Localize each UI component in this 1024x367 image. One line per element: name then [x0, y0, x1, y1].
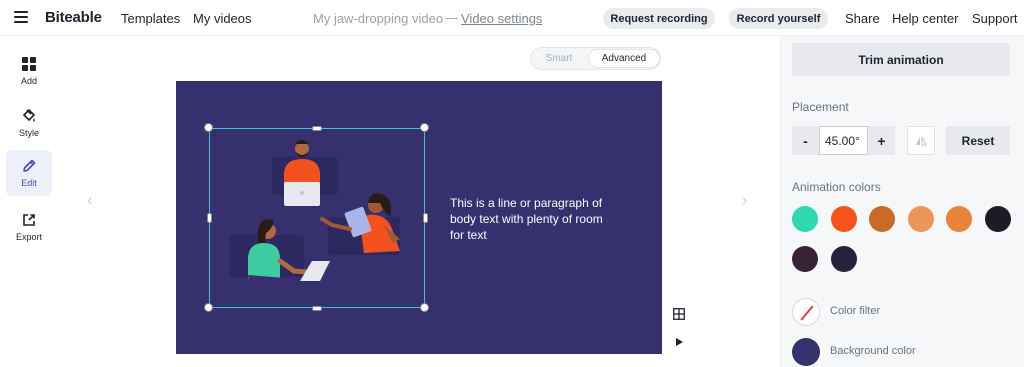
title-separator: —	[445, 10, 458, 25]
share-link[interactable]: Share	[845, 11, 880, 26]
resize-handle-bottom-left[interactable]	[204, 303, 213, 312]
help-center-link[interactable]: Help center	[892, 11, 958, 26]
color-swatch[interactable]	[792, 206, 818, 232]
resize-handle-top[interactable]	[312, 126, 322, 131]
video-settings-link[interactable]: Video settings	[461, 11, 542, 26]
resize-handle-bottom[interactable]	[312, 306, 322, 311]
color-swatch[interactable]	[869, 206, 895, 232]
resize-handle-bottom-right[interactable]	[420, 303, 429, 312]
sidebar-item-label: Export	[15, 232, 42, 242]
placement-increment-button[interactable]: +	[868, 126, 895, 155]
background-color-label[interactable]: Background color	[830, 345, 916, 357]
next-scene-arrow[interactable]: ›	[742, 192, 747, 210]
play-icon[interactable]	[676, 338, 683, 346]
sidebar-item-add[interactable]: Add	[6, 48, 52, 94]
sidebar-item-style[interactable]: Style	[6, 100, 52, 146]
record-yourself-button[interactable]: Record yourself	[729, 8, 828, 29]
flip-button[interactable]	[907, 126, 935, 155]
mode-toggle: Smart Advanced	[530, 47, 661, 70]
previous-scene-arrow[interactable]: ‹	[87, 192, 92, 210]
paint-bucket-icon	[22, 108, 36, 122]
export-icon	[23, 214, 35, 226]
sidebar-item-export[interactable]: Export	[6, 204, 52, 250]
grid-toggle-icon[interactable]	[673, 308, 685, 320]
top-bar: Biteable Templates My videos My jaw-drop…	[0, 0, 1024, 36]
resize-handle-right[interactable]	[423, 213, 428, 223]
body-text-block[interactable]: This is a line or paragraph of body text…	[450, 195, 620, 243]
color-swatch[interactable]	[792, 246, 818, 272]
grid-icon	[22, 57, 36, 71]
resize-handle-left[interactable]	[207, 213, 212, 223]
placement-label: Placement	[792, 100, 849, 114]
toggle-advanced[interactable]: Advanced	[589, 50, 659, 67]
toggle-smart[interactable]: Smart	[534, 50, 584, 67]
placement-decrement-button[interactable]: -	[792, 126, 819, 155]
flip-horizontal-icon	[916, 136, 927, 145]
sidebar-item-label: Edit	[21, 178, 37, 188]
color-swatch[interactable]	[908, 206, 934, 232]
color-swatch[interactable]	[946, 206, 972, 232]
color-swatch[interactable]	[831, 246, 857, 272]
trim-animation-button[interactable]: Trim animation	[792, 43, 1010, 76]
no-filter-icon	[800, 305, 814, 321]
selection-box[interactable]	[209, 128, 425, 308]
color-swatch[interactable]	[831, 206, 857, 232]
sidebar-item-edit[interactable]: Edit	[6, 150, 52, 196]
menu-icon[interactable]	[14, 11, 28, 23]
request-recording-button[interactable]: Request recording	[603, 8, 715, 29]
background-color-swatch[interactable]	[792, 338, 820, 366]
pencil-icon	[23, 159, 36, 172]
nav-my-videos[interactable]: My videos	[193, 11, 252, 26]
sidebar-item-label: Add	[20, 76, 37, 86]
support-link[interactable]: Support	[972, 11, 1018, 26]
brand-logo[interactable]: Biteable	[45, 9, 102, 26]
color-filter-button[interactable]	[792, 298, 820, 326]
video-title[interactable]: My jaw-dropping video	[313, 11, 443, 26]
placement-input[interactable]	[819, 126, 868, 155]
reset-button[interactable]: Reset	[946, 126, 1010, 155]
animation-colors-label: Animation colors	[792, 180, 881, 194]
color-filter-label[interactable]: Color filter	[830, 305, 880, 317]
nav-templates[interactable]: Templates	[121, 11, 180, 26]
sidebar-item-label: Style	[18, 128, 39, 138]
resize-handle-top-left[interactable]	[204, 123, 213, 132]
resize-handle-top-right[interactable]	[420, 123, 429, 132]
color-swatch[interactable]	[985, 206, 1011, 232]
